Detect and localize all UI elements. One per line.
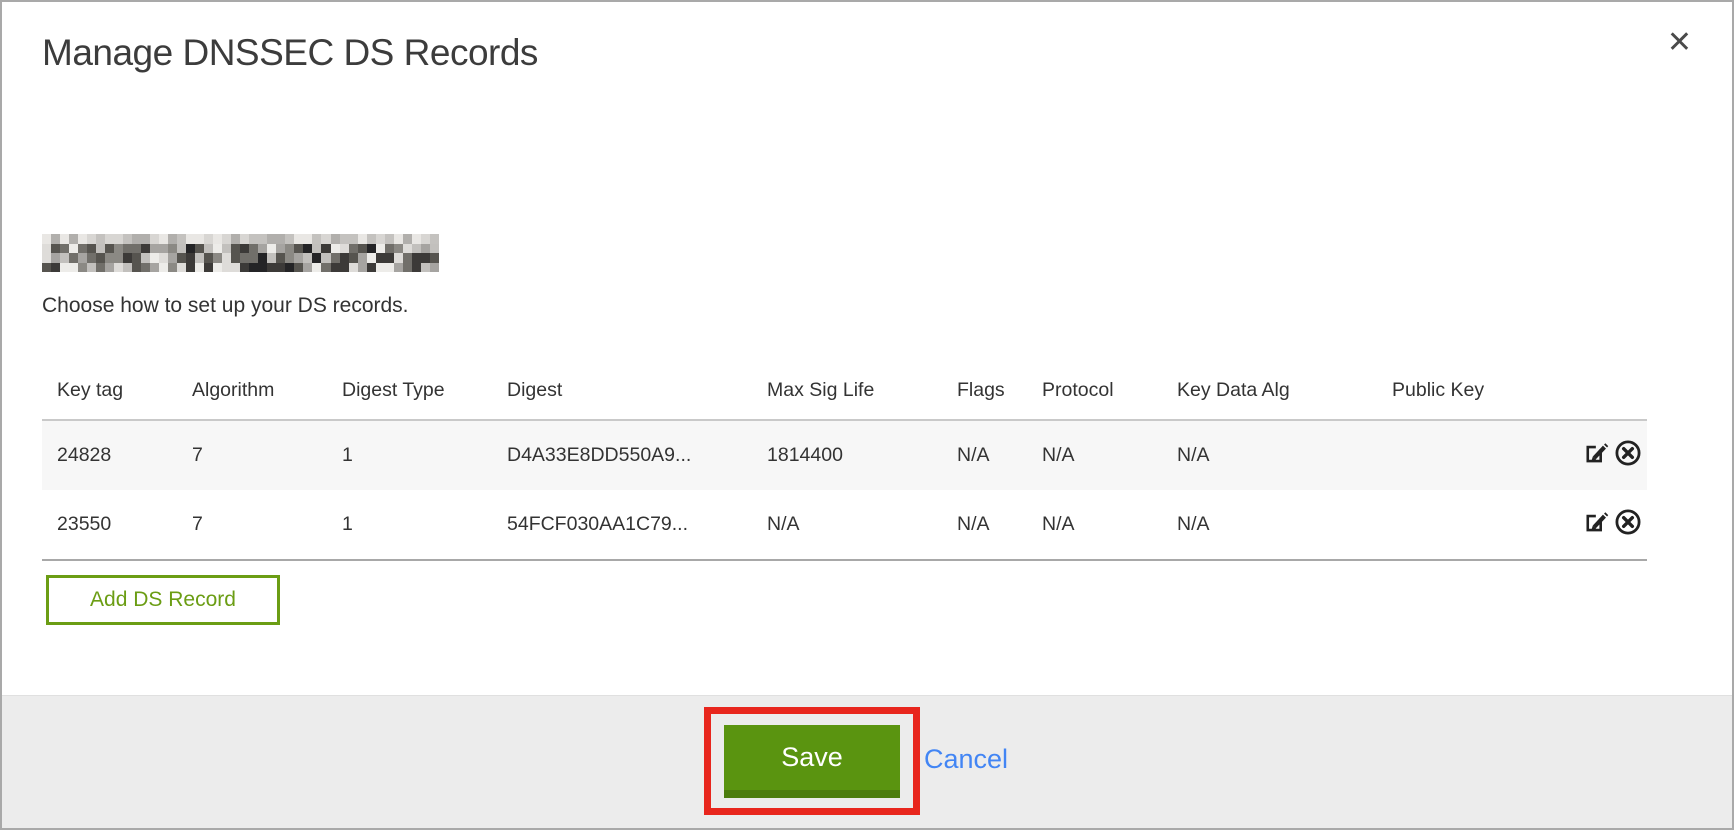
cell-protocol: N/A bbox=[1027, 490, 1162, 560]
cell-digest: D4A33E8DD550A9... bbox=[492, 420, 752, 490]
close-icon[interactable]: ✕ bbox=[1667, 28, 1692, 58]
cell-key-tag: 24828 bbox=[42, 420, 177, 490]
cell-key-tag: 23550 bbox=[42, 490, 177, 560]
cell-public-key bbox=[1377, 420, 1527, 490]
col-header-key-tag: Key tag bbox=[42, 362, 177, 420]
col-header-protocol: Protocol bbox=[1027, 362, 1162, 420]
table-row: 23550 7 1 54FCF030AA1C79... N/A N/A N/A … bbox=[42, 490, 1647, 560]
row-actions bbox=[1527, 420, 1647, 490]
col-header-key-data-alg: Key Data Alg bbox=[1162, 362, 1377, 420]
delete-circle-icon[interactable] bbox=[1614, 508, 1642, 542]
cell-digest-type: 1 bbox=[327, 420, 492, 490]
col-header-digest: Digest bbox=[492, 362, 752, 420]
delete-circle-icon[interactable] bbox=[1614, 439, 1642, 473]
ds-records-table: Key tag Algorithm Digest Type Digest Max… bbox=[42, 362, 1647, 561]
cell-max-sig-life: 1814400 bbox=[752, 420, 942, 490]
add-ds-record-button[interactable]: Add DS Record bbox=[46, 575, 280, 625]
cell-flags: N/A bbox=[942, 420, 1027, 490]
col-header-digest-type: Digest Type bbox=[327, 362, 492, 420]
cell-flags: N/A bbox=[942, 490, 1027, 560]
edit-icon[interactable] bbox=[1584, 439, 1612, 473]
col-header-algorithm: Algorithm bbox=[177, 362, 327, 420]
col-header-max-sig-life: Max Sig Life bbox=[752, 362, 942, 420]
cancel-link[interactable]: Cancel bbox=[924, 744, 1008, 775]
cell-protocol: N/A bbox=[1027, 420, 1162, 490]
cell-public-key bbox=[1377, 490, 1527, 560]
cell-max-sig-life: N/A bbox=[752, 490, 942, 560]
cell-key-data-alg: N/A bbox=[1162, 490, 1377, 560]
intro-text: Choose how to set up your DS records. bbox=[42, 294, 409, 318]
table-header-row: Key tag Algorithm Digest Type Digest Max… bbox=[42, 362, 1647, 420]
cell-digest-type: 1 bbox=[327, 490, 492, 560]
manage-dnssec-dialog: Manage DNSSEC DS Records ✕ Choose how to… bbox=[0, 0, 1734, 830]
col-header-public-key: Public Key bbox=[1377, 362, 1527, 420]
cell-key-data-alg: N/A bbox=[1162, 420, 1377, 490]
row-actions bbox=[1527, 490, 1647, 560]
col-header-flags: Flags bbox=[942, 362, 1027, 420]
save-button[interactable]: Save bbox=[724, 725, 900, 798]
cell-algorithm: 7 bbox=[177, 420, 327, 490]
domain-name-redacted bbox=[42, 234, 439, 272]
table-row: 24828 7 1 D4A33E8DD550A9... 1814400 N/A … bbox=[42, 420, 1647, 490]
page-title: Manage DNSSEC DS Records bbox=[42, 32, 538, 74]
cell-digest: 54FCF030AA1C79... bbox=[492, 490, 752, 560]
col-header-actions bbox=[1527, 362, 1647, 420]
edit-icon[interactable] bbox=[1584, 508, 1612, 542]
cell-algorithm: 7 bbox=[177, 490, 327, 560]
